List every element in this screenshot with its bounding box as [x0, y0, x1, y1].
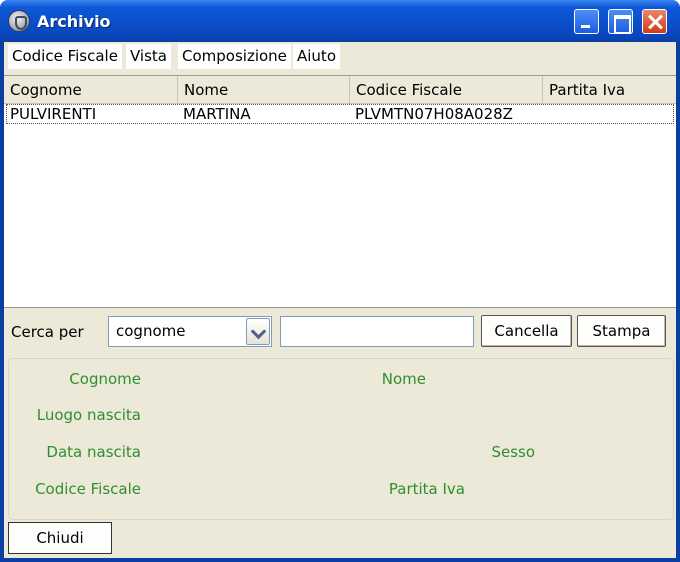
- menu-vista[interactable]: Vista: [126, 44, 171, 69]
- label-sesso: Sesso: [491, 443, 535, 461]
- search-field-select[interactable]: cognome: [108, 316, 272, 347]
- cell-nome: MARTINA: [183, 105, 251, 123]
- table-row[interactable]: PULVIRENTI MARTINA PLVMTN07H08A028Z: [6, 104, 674, 124]
- menu-bar: Codice Fiscale Vista Composizione Aiuto: [4, 42, 676, 71]
- cell-cognome: PULVIRENTI: [10, 105, 97, 123]
- close-button[interactable]: Chiudi: [8, 522, 112, 554]
- search-by-label: Cerca per: [11, 323, 84, 341]
- print-button[interactable]: Stampa: [577, 315, 666, 347]
- table-header: Cognome Nome Codice Fiscale Partita Iva: [4, 76, 676, 104]
- column-header-codice-fiscale[interactable]: Codice Fiscale: [350, 76, 543, 104]
- label-cognome: Cognome: [69, 370, 141, 388]
- label-data-nascita: Data nascita: [46, 443, 141, 461]
- seal-emblem-icon: [8, 10, 30, 32]
- maximize-button[interactable]: [608, 9, 633, 34]
- minimize-button[interactable]: [574, 9, 599, 34]
- menu-codice-fiscale[interactable]: Codice Fiscale: [8, 44, 122, 69]
- menu-composizione[interactable]: Composizione: [178, 44, 291, 69]
- search-field-value: cognome: [116, 322, 186, 340]
- title-bar[interactable]: Archivio: [0, 0, 680, 42]
- close-window-button[interactable]: [642, 9, 667, 34]
- search-bar: Cerca per cognome Cancella Stampa: [4, 310, 676, 356]
- column-header-partita-iva[interactable]: Partita Iva: [543, 76, 676, 104]
- menu-aiuto[interactable]: Aiuto: [293, 44, 340, 69]
- details-panel: Cognome Nome Luogo nascita Data nascita …: [8, 358, 674, 520]
- label-codice-fiscale: Codice Fiscale: [35, 480, 141, 498]
- label-partita-iva: Partita Iva: [388, 480, 465, 498]
- label-luogo-nascita: Luogo nascita: [36, 406, 141, 424]
- chevron-down-icon[interactable]: [246, 318, 270, 345]
- archive-window: Archivio Codice Fiscale Vista Composizio…: [0, 0, 680, 562]
- column-header-nome[interactable]: Nome: [178, 76, 350, 104]
- archive-table[interactable]: Cognome Nome Codice Fiscale Partita Iva …: [4, 75, 676, 308]
- label-nome: Nome: [381, 370, 426, 388]
- window-title: Archivio: [37, 12, 111, 31]
- cell-codice-fiscale: PLVMTN07H08A028Z: [355, 105, 513, 123]
- clear-button[interactable]: Cancella: [481, 315, 572, 347]
- column-header-cognome[interactable]: Cognome: [4, 76, 178, 104]
- window-client-area: Codice Fiscale Vista Composizione Aiuto …: [4, 42, 676, 558]
- search-input[interactable]: [280, 316, 474, 347]
